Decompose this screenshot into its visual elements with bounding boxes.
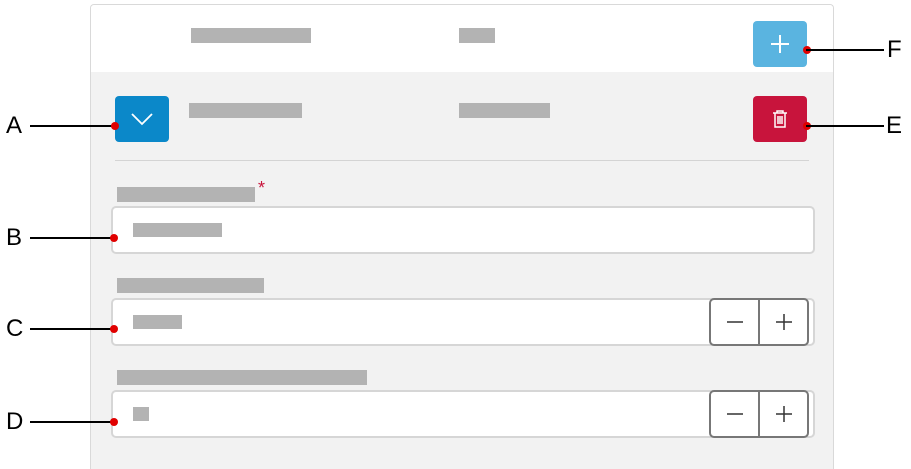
divider [115,160,809,161]
field-2-value-placeholder [133,315,182,329]
callout-label-f: F [887,36,902,63]
callout-dot-d [110,418,118,426]
field-3-value-placeholder [133,407,149,421]
callout-label-c: C [6,315,24,342]
increment-button[interactable] [758,392,807,436]
callout-label-b: B [6,224,23,251]
callout-dot-b [110,234,118,242]
decrement-button[interactable] [711,300,758,344]
delete-item-button[interactable] [753,96,807,142]
plus-icon [775,406,792,422]
list-header [91,5,833,72]
text-field-1[interactable] [111,206,815,254]
header-column-1-placeholder [191,28,311,43]
add-item-button[interactable] [753,21,807,67]
minus-icon [726,413,743,415]
plus-icon [775,314,792,330]
item-value-placeholder [459,103,550,118]
quantity-stepper-2 [709,390,809,438]
field-2-label-placeholder [117,278,264,293]
item-title-placeholder [189,103,302,118]
decrement-button[interactable] [711,392,758,436]
expand-item-button[interactable] [115,96,169,142]
list-panel: * [90,4,834,469]
callout-label-d: D [6,408,24,435]
chevron-down-icon [131,113,153,126]
callout-line-f [806,49,884,51]
minus-icon [726,321,743,323]
plus-icon [771,35,789,53]
increment-button[interactable] [758,300,807,344]
field-1-value-placeholder [133,223,222,237]
header-column-2-placeholder [459,28,495,43]
callout-line-a [30,125,114,127]
callout-dot-c [110,325,118,333]
callout-dot-a [111,122,119,130]
callout-line-c [30,328,114,330]
field-3-label-placeholder [117,370,367,385]
callout-label-e: E [886,112,903,139]
callout-line-b [30,237,114,239]
callout-line-d [30,421,114,423]
field-1-label-placeholder [117,187,255,202]
callout-label-a: A [6,112,23,139]
quantity-stepper-1 [709,298,809,346]
trash-icon [773,110,787,128]
callout-line-e [806,125,884,127]
required-marker: * [258,178,266,198]
